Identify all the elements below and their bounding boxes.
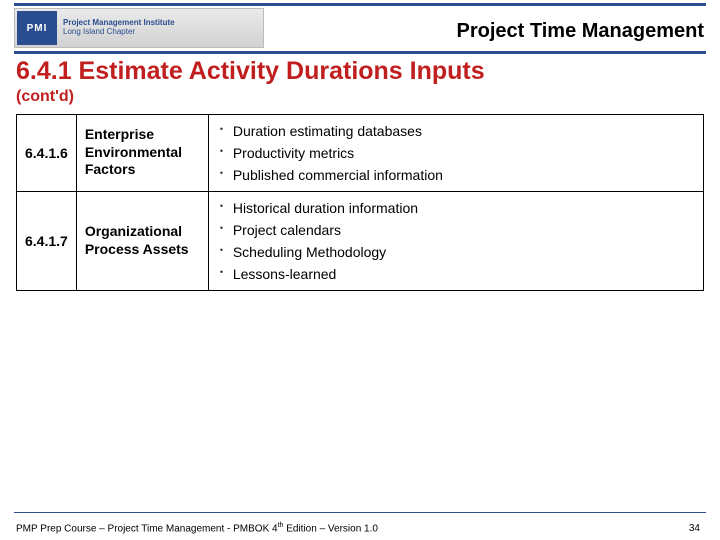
section-title: 6.4.1 Estimate Activity Durations Inputs xyxy=(16,58,704,86)
slide: PMI Project Management Institute Long Is… xyxy=(0,0,720,540)
footer-text-pre: PMP Prep Course – Project Time Managemen… xyxy=(16,523,278,534)
table-row: 6.4.1.7 Organizational Process Assets Hi… xyxy=(17,191,704,290)
footer-text: PMP Prep Course – Project Time Managemen… xyxy=(16,522,378,534)
list-item: Project calendars xyxy=(217,219,695,241)
row-desc: Duration estimating databases Productivi… xyxy=(208,114,703,191)
row-index: 6.4.1.7 xyxy=(17,191,77,290)
list-item: Productivity metrics xyxy=(217,142,695,164)
footer: PMP Prep Course – Project Time Managemen… xyxy=(0,512,720,540)
list-item: Scheduling Methodology xyxy=(217,241,695,263)
content: 6.4.1 Estimate Activity Durations Inputs… xyxy=(0,54,720,540)
list-item: Duration estimating databases xyxy=(217,120,695,142)
footer-text-post: Edition – Version 1.0 xyxy=(283,523,378,534)
list-item: Historical duration information xyxy=(217,197,695,219)
top-rule xyxy=(14,3,706,6)
inputs-table: 6.4.1.6 Enterprise Environmental Factors… xyxy=(16,114,704,291)
row-name: Enterprise Environmental Factors xyxy=(76,114,208,191)
logo-line2: Long Island Chapter xyxy=(63,28,175,37)
page-number: 34 xyxy=(689,523,700,534)
row-desc: Historical duration information Project … xyxy=(208,191,703,290)
list-item: Lessons-learned xyxy=(217,263,695,285)
pmi-logo: PMI Project Management Institute Long Is… xyxy=(14,8,264,48)
header-title: Project Time Management xyxy=(457,20,704,43)
footer-rule xyxy=(14,512,706,513)
header: PMI Project Management Institute Long Is… xyxy=(0,0,720,54)
row-index: 6.4.1.6 xyxy=(17,114,77,191)
row-name: Organizational Process Assets xyxy=(76,191,208,290)
pmi-logo-icon: PMI xyxy=(17,11,57,45)
section-subtitle: (cont'd) xyxy=(16,88,704,106)
table-row: 6.4.1.6 Enterprise Environmental Factors… xyxy=(17,114,704,191)
pmi-logo-text: Project Management Institute Long Island… xyxy=(63,19,175,37)
header-rule xyxy=(14,51,706,54)
list-item: Published commercial information xyxy=(217,164,695,186)
